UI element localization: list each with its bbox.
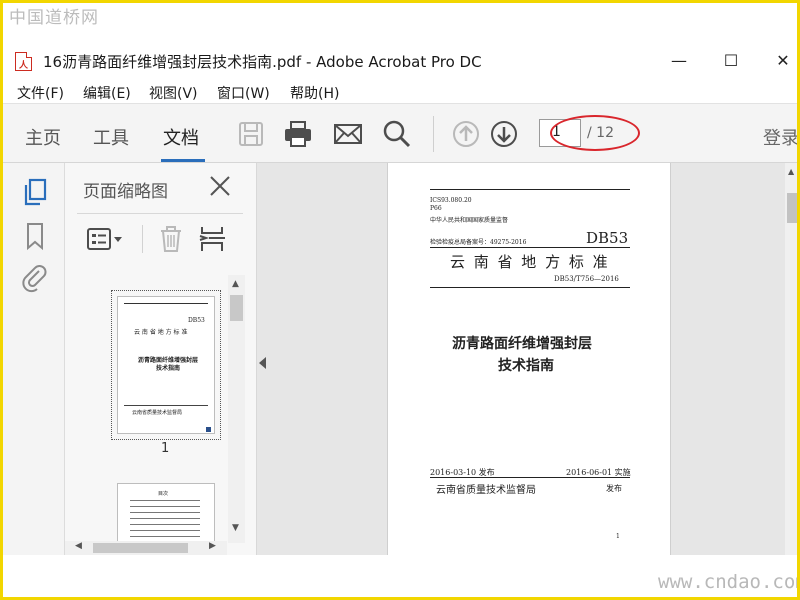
page-thumbnails-icon[interactable]	[21, 177, 49, 207]
options-icon[interactable]	[85, 223, 125, 255]
thumbnail-scroll-thumb[interactable]	[230, 295, 243, 321]
insert-icon[interactable]	[197, 223, 229, 255]
panel-divider	[77, 213, 243, 214]
left-rail	[3, 163, 65, 555]
toolbar-separator	[433, 116, 434, 152]
doc-authority: 中华人民共和国国家质量监督	[430, 217, 509, 224]
page-thumbnail-2[interactable]: 目次	[117, 483, 215, 543]
title-bar: 人 16沥青路面纤维增强封层技术指南.pdf - Adobe Acrobat P…	[3, 43, 797, 77]
attachment-icon[interactable]	[21, 263, 49, 293]
doc-record-no: 检验检疫总局备案号：49275-2016	[430, 239, 527, 246]
menu-help[interactable]: 帮助(H)	[290, 83, 339, 103]
doc-ics: ICS93.080.20	[430, 197, 472, 204]
thumbnail-hscroll-thumb[interactable]	[93, 543, 188, 553]
thumbnail-scrollbar[interactable]: ▲ ▼	[228, 275, 245, 543]
thumb-code: DB53	[188, 317, 205, 324]
doc-title-line1: 沥青路面纤维增强封层	[452, 336, 592, 352]
doc-issuer-suffix: 发布	[606, 484, 622, 493]
thumb-issuer: 云南省质量技术监督局	[132, 410, 183, 416]
tab-document[interactable]: 文档	[163, 124, 199, 150]
thumbnail-hscrollbar[interactable]: ◀ ▶	[65, 541, 227, 555]
doc-title-line2: 技术指南	[498, 358, 554, 374]
active-tab-indicator	[161, 159, 205, 162]
watermark-bottom: www.cndao.com	[658, 571, 800, 593]
email-icon[interactable]	[332, 118, 364, 150]
doc-category: 云 南 省 地 方 标 准	[450, 253, 610, 271]
document-scroll-thumb[interactable]	[787, 193, 797, 223]
main-toolbar: 主页 工具 文档 1 / 12 登录	[3, 103, 797, 163]
menu-window[interactable]: 窗口(W)	[217, 83, 270, 103]
tab-tools[interactable]: 工具	[93, 124, 129, 150]
screenshot-frame: 中国道桥网 人 16沥青路面纤维增强封层技术指南.pdf - Adobe Acr…	[0, 0, 800, 600]
thumb-category: 云 南 省 地 方 标 准	[134, 329, 188, 336]
doc-issuer: 云南省质量技术监督局	[436, 485, 536, 496]
menu-bar: 文件(F) 编辑(E) 视图(V) 窗口(W) 帮助(H)	[3, 79, 797, 103]
prev-page-icon[interactable]	[450, 118, 482, 150]
page-thumbnail-1[interactable]: DB53 云 南 省 地 方 标 准 沥青路面纤维增强封层 技术指南 云南省质量…	[117, 296, 215, 434]
thumb-title-2: 技术指南	[156, 365, 181, 372]
collapse-panel-arrow-icon[interactable]	[259, 357, 266, 369]
minimize-button[interactable]: —	[659, 48, 699, 74]
watermark-top: 中国道桥网	[9, 8, 99, 28]
close-button[interactable]: ✕	[763, 48, 797, 74]
tab-home[interactable]: 主页	[25, 124, 61, 150]
menu-view[interactable]: 视图(V)	[149, 83, 198, 103]
window-title: 16沥青路面纤维增强封层技术指南.pdf - Adobe Acrobat Pro…	[43, 53, 482, 71]
save-icon[interactable]	[235, 118, 267, 150]
search-icon[interactable]	[381, 118, 413, 150]
doc-page-number: 1	[616, 533, 620, 540]
doc-ccs: P66	[430, 205, 442, 212]
print-icon[interactable]	[282, 118, 314, 150]
maximize-button[interactable]: ☐	[711, 48, 751, 74]
annotation-ellipse	[550, 115, 640, 151]
pdf-file-icon: 人	[15, 52, 32, 71]
document-scrollbar[interactable]: ▲	[785, 163, 797, 555]
bookmark-icon[interactable]	[21, 221, 49, 251]
thumbnail-1-label: 1	[161, 441, 170, 456]
document-page: ICS93.080.20 P66 中华人民共和国国家质量监督 检验检疫总局备案号…	[387, 163, 671, 555]
menu-edit[interactable]: 编辑(E)	[83, 83, 131, 103]
next-page-icon[interactable]	[488, 118, 520, 150]
panel-title: 页面缩略图	[83, 182, 168, 202]
thumb2-heading: 目次	[158, 491, 169, 497]
doc-code: DB53	[586, 229, 629, 247]
menu-file[interactable]: 文件(F)	[17, 83, 64, 103]
login-link[interactable]: 登录	[763, 124, 797, 150]
close-icon[interactable]	[207, 173, 233, 199]
delete-icon[interactable]	[155, 223, 187, 255]
doc-standard-no: DB53/T756—2016	[554, 275, 619, 283]
